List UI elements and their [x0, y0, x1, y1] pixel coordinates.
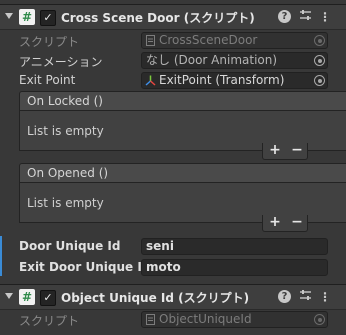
component-header-object-unique-id[interactable]: # ✓ Object Unique Id (スクリプト) ? ⋮ [0, 284, 346, 310]
script-field: ObjectUniqueId [141, 311, 328, 328]
on-opened-list-controls: + − [262, 214, 308, 232]
object-picker-icon [314, 35, 325, 46]
on-opened-event-title: On Opened () [27, 166, 109, 180]
on-locked-event-header: On Locked () [19, 91, 346, 111]
csharp-script-icon: # [19, 9, 35, 25]
animation-field[interactable]: なし (Door Animation) [141, 52, 328, 69]
exit-point-field-value: ExitPoint (Transform) [159, 73, 285, 87]
exit-door-unique-id-label: Exit Door Unique Id [19, 260, 151, 274]
script-field-value: CrossSceneDoor [159, 33, 258, 47]
object-picker-icon[interactable] [314, 75, 325, 86]
on-locked-empty-text: List is empty [27, 124, 104, 138]
exit-door-unique-id-input[interactable]: moto [141, 259, 328, 276]
script-label: スクリプト [19, 314, 80, 328]
on-locked-remove-button[interactable]: − [287, 142, 307, 158]
door-unique-id-input[interactable]: seni [141, 238, 328, 255]
help-icon[interactable]: ? [278, 290, 291, 303]
object-picker-icon[interactable] [314, 55, 325, 66]
on-locked-event-title: On Locked () [27, 94, 103, 108]
script-field-value: ObjectUniqueId [159, 312, 252, 326]
on-opened-remove-button[interactable]: − [287, 214, 307, 230]
component-header-cross-scene-door[interactable]: # ✓ Cross Scene Door (スクリプト) ? ⋮ [0, 4, 346, 30]
object-picker-icon [314, 314, 325, 325]
exit-point-field[interactable]: ExitPoint (Transform) [141, 72, 328, 89]
on-opened-event-header: On Opened () [19, 163, 346, 183]
animation-label: アニメーション [19, 55, 103, 69]
foldout-arrow-icon[interactable] [5, 13, 13, 19]
on-opened-add-button[interactable]: + [265, 214, 285, 230]
context-menu-icon[interactable]: ⋮ [317, 289, 333, 305]
on-opened-empty-text: List is empty [27, 196, 104, 210]
on-locked-add-button[interactable]: + [265, 142, 285, 158]
component-title: Cross Scene Door (スクリプト) [61, 11, 255, 25]
on-locked-list-controls: + − [262, 142, 308, 160]
override-indicator [0, 236, 2, 276]
preset-sliders-icon[interactable] [297, 9, 313, 25]
script-file-icon [146, 35, 155, 46]
component-enabled-checkbox[interactable]: ✓ [40, 290, 56, 306]
help-icon[interactable]: ? [278, 10, 291, 23]
component-enabled-checkbox[interactable]: ✓ [40, 10, 56, 26]
door-unique-id-label: Door Unique Id [19, 239, 121, 253]
script-file-icon [146, 314, 155, 325]
transform-icon [145, 75, 156, 86]
script-label: スクリプト [19, 35, 80, 49]
exit-point-label: Exit Point [19, 73, 76, 87]
script-field: CrossSceneDoor [141, 32, 328, 49]
foldout-arrow-icon[interactable] [5, 293, 13, 299]
component-title: Object Unique Id (スクリプト) [61, 291, 250, 305]
preset-sliders-icon[interactable] [297, 289, 313, 305]
context-menu-icon[interactable]: ⋮ [317, 9, 333, 25]
csharp-script-icon: # [19, 289, 35, 305]
animation-field-value: なし (Door Animation) [146, 53, 278, 67]
